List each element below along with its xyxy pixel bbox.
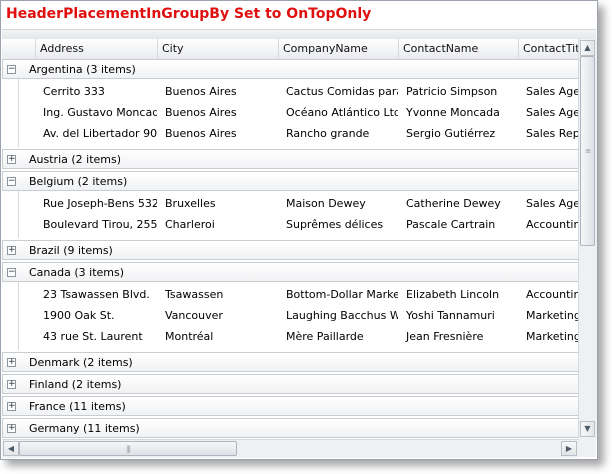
group-label: Finland (2 items) — [29, 378, 122, 391]
arrow-up-icon[interactable]: ▲ — [580, 40, 595, 56]
plus-icon[interactable]: + — [7, 358, 16, 367]
cell-contacttitle[interactable]: Marketing Assistant — [518, 305, 578, 326]
cell-companyname[interactable]: Mère Paillarde — [278, 326, 398, 347]
cell-companyname[interactable]: Océano Atlántico Ltda. — [278, 102, 398, 123]
cell-companyname[interactable]: Bottom-Dollar Markets — [278, 284, 398, 305]
group-label: Germany (11 items) — [29, 422, 140, 435]
cell-contactname[interactable]: Elizabeth Lincoln — [398, 284, 518, 305]
cell-address[interactable]: Boulevard Tirou, 255 — [35, 214, 157, 235]
arrow-right-icon[interactable]: ▶ — [561, 441, 577, 456]
cell-companyname[interactable]: Laughing Bacchus Wine Cellars — [278, 305, 398, 326]
column-header-contacttitle[interactable]: ContactTitle — [518, 39, 578, 59]
data-grid: Address City CompanyName ContactName Contact… — [2, 39, 578, 439]
arrow-down-icon[interactable]: ▼ — [580, 421, 595, 437]
minus-icon[interactable]: − — [7, 268, 16, 277]
cell-address[interactable]: Rue Joseph-Bens 532 — [35, 193, 157, 214]
table-row[interactable]: Rue Joseph-Bens 532 Bruxelles Maison Dewey… — [19, 193, 578, 214]
page-title: HeaderPlacementInGroupBy Set to OnTopOnl… — [6, 6, 372, 22]
plus-icon[interactable]: + — [7, 246, 16, 255]
cell-contactname[interactable]: Catherine Dewey — [398, 193, 518, 214]
cell-contactname[interactable]: Yvonne Moncada — [398, 102, 518, 123]
group-label: Austria (2 items) — [29, 153, 122, 166]
group-label: France (11 items) — [29, 400, 126, 413]
cell-city[interactable]: Montréal — [157, 326, 278, 347]
cell-city[interactable]: Buenos Aires — [157, 81, 278, 102]
group-row[interactable]: + Brazil (9 items) — [2, 240, 578, 260]
group-label: Denmark (2 items) — [29, 356, 133, 369]
cell-contactname[interactable]: Jean Fresnière — [398, 326, 518, 347]
column-header-city[interactable]: City — [157, 39, 278, 59]
cell-contactname[interactable]: Pascale Cartrain — [398, 214, 518, 235]
group-row[interactable]: − Canada (3 items) — [2, 262, 578, 282]
cell-city[interactable]: Bruxelles — [157, 193, 278, 214]
group-label: Belgium (2 items) — [29, 175, 128, 188]
cell-companyname[interactable]: Suprêmes délices — [278, 214, 398, 235]
cell-address[interactable]: Ing. Gustavo Moncada — [35, 102, 157, 123]
group-records: Cerrito 333 Buenos Aires Cactus Comidas pa… — [18, 79, 578, 147]
cell-contactname[interactable]: Sergio Gutiérrez — [398, 123, 518, 144]
plus-icon[interactable]: + — [7, 424, 16, 433]
cell-contacttitle[interactable]: Sales Agent — [518, 81, 578, 102]
group-label: Brazil (9 items) — [29, 244, 113, 257]
cell-address[interactable]: Av. del Libertador 900 — [35, 123, 157, 144]
plus-icon[interactable]: + — [7, 380, 16, 389]
cell-contacttitle[interactable]: Accounting Manager — [518, 284, 578, 305]
cell-city[interactable]: Buenos Aires — [157, 102, 278, 123]
scrollbar-corner — [578, 439, 596, 457]
table-row[interactable]: 43 rue St. Laurent Montréal Mère Paillarde… — [19, 326, 578, 347]
table-row[interactable]: 1900 Oak St.VancouverLaughing Bacchus Wi… — [19, 305, 578, 326]
group-row[interactable]: − Argentina (3 items) — [2, 59, 578, 79]
group-row[interactable]: + Denmark (2 items) — [2, 352, 578, 372]
minus-icon[interactable]: − — [7, 177, 16, 186]
cell-address[interactable]: 1900 Oak St. — [35, 305, 157, 326]
group-records: Rue Joseph-Bens 532 Bruxelles Maison Dewey… — [18, 191, 578, 238]
cell-contacttitle[interactable]: Accounting Manager — [518, 214, 578, 235]
group-label: Canada (3 items) — [29, 266, 125, 279]
group-records: 23 Tsawassen Blvd. Tsawassen Bottom-Dollar… — [18, 282, 578, 350]
cell-city[interactable]: Tsawassen — [157, 284, 278, 305]
table-row[interactable]: 23 Tsawassen Blvd. Tsawassen Bottom-Dollar… — [19, 284, 578, 305]
horizontal-scroll-thumb[interactable]: ||| — [19, 441, 237, 456]
group-label: Argentina (3 items) — [29, 63, 136, 76]
table-row[interactable]: Ing. Gustavo Moncada Buenos Aires Océano A… — [19, 102, 578, 123]
column-header-companyname[interactable]: CompanyName — [278, 39, 398, 59]
vertical-scrollbar[interactable]: ▲ ≡ ▼ — [578, 39, 597, 439]
horizontal-scrollbar[interactable]: ◀ ||| ▶ — [2, 439, 578, 458]
cell-address[interactable]: 43 rue St. Laurent — [35, 326, 157, 347]
window-frame: HeaderPlacementInGroupBy Set to OnTopOnl… — [0, 0, 598, 460]
cell-contacttitle[interactable]: Marketing Assistant — [518, 326, 578, 347]
group-row[interactable]: + Germany (11 items) — [2, 418, 578, 438]
group-row[interactable]: + France (11 items) — [2, 396, 578, 416]
minus-icon[interactable]: − — [7, 65, 16, 74]
cell-contacttitle[interactable]: Sales Agent — [518, 193, 578, 214]
table-row[interactable]: Boulevard Tirou, 255 Charleroi Suprêmes dé… — [19, 214, 578, 235]
column-header-address[interactable]: Address — [35, 39, 157, 59]
vertical-scroll-thumb[interactable]: ≡ — [580, 56, 595, 246]
column-header-row: Address City CompanyName ContactName Contact… — [2, 39, 578, 60]
plus-icon[interactable]: + — [7, 155, 16, 164]
cell-contacttitle[interactable]: Sales Representative — [518, 123, 578, 144]
cell-companyname[interactable]: Cactus Comidas para llevar — [278, 81, 398, 102]
cell-city[interactable]: Charleroi — [157, 214, 278, 235]
cell-contactname[interactable]: Yoshi Tannamuri — [398, 305, 518, 326]
group-row[interactable]: − Belgium (2 items) — [2, 171, 578, 191]
group-row[interactable]: + Austria (2 items) — [2, 149, 578, 169]
cell-address[interactable]: Cerrito 333 — [35, 81, 157, 102]
plus-icon[interactable]: + — [7, 402, 16, 411]
cell-city[interactable]: Vancouver — [157, 305, 278, 326]
table-row[interactable]: Av. del Libertador 900 Buenos Aires Rancho… — [19, 123, 578, 144]
cell-contacttitle[interactable]: Sales Agent — [518, 102, 578, 123]
cell-address[interactable]: 23 Tsawassen Blvd. — [35, 284, 157, 305]
cell-contactname[interactable]: Patricio Simpson — [398, 81, 518, 102]
cell-companyname[interactable]: Maison Dewey — [278, 193, 398, 214]
column-header-contactname[interactable]: ContactName — [398, 39, 518, 59]
group-row[interactable]: + Finland (2 items) — [2, 374, 578, 394]
table-row[interactable]: Cerrito 333 Buenos Aires Cactus Comidas pa… — [19, 81, 578, 102]
cell-city[interactable]: Buenos Aires — [157, 123, 278, 144]
arrow-left-icon[interactable]: ◀ — [3, 441, 19, 456]
cell-companyname[interactable]: Rancho grande — [278, 123, 398, 144]
